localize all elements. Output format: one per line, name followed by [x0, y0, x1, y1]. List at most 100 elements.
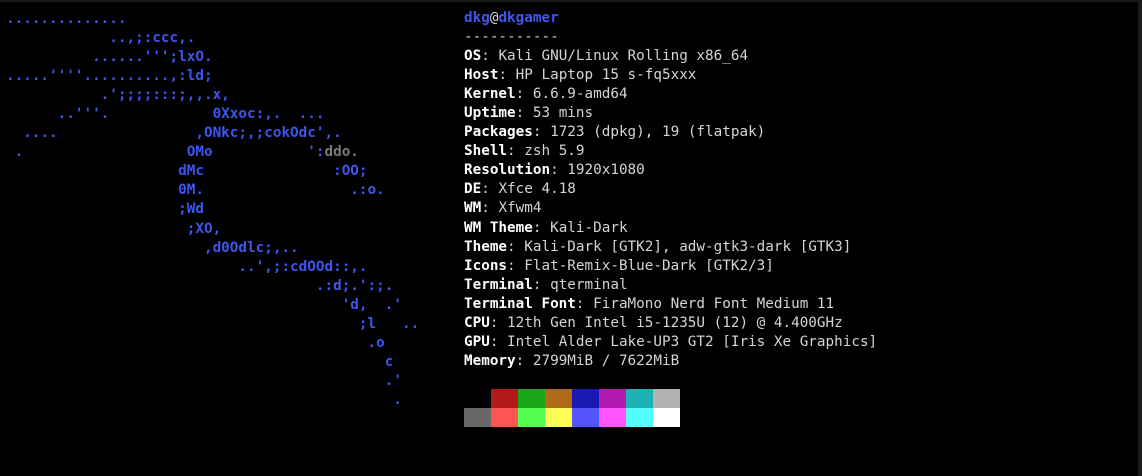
info-value: Xfwm4	[498, 200, 542, 217]
hostname: dkgamer	[498, 10, 559, 26]
bright-swatch-2	[518, 408, 545, 427]
color-palette	[464, 389, 680, 427]
info-colon: :	[481, 48, 499, 65]
info-key: Icons	[464, 257, 508, 274]
info-value: 12th Gen Intel i5-1235U (12) @ 4.400GHz	[507, 314, 843, 331]
info-key: OS	[464, 48, 482, 65]
info-key: Host	[464, 67, 499, 84]
info-value: FiraMono Nerd Font Medium 11	[593, 295, 835, 312]
info-value: Intel Alder Lake-UP3 GT2 [Iris Xe Graphi…	[507, 333, 878, 350]
info-colon: :	[532, 124, 551, 141]
logo-line-18: c	[6, 353, 394, 370]
info-colon: :	[515, 86, 533, 103]
bright-swatch-5	[599, 408, 626, 427]
info-colon: :	[515, 105, 533, 122]
logo-line-20: .	[6, 391, 402, 408]
logo-line-16: ;l ..	[6, 315, 420, 332]
logo-line-11: ;XO,	[6, 220, 222, 237]
logo-line-6: .... ,ONkc;,;cokOdc',.	[6, 125, 342, 142]
info-value: zsh 5.9	[524, 143, 585, 160]
logo-line-10: ;Wd	[6, 201, 204, 218]
logo-line-4: .';;;;:::;,,.x,	[6, 87, 230, 104]
info-line-de: DE: Xfce 4.18	[464, 180, 877, 199]
info-value: 1723 (dpkg), 19 (flatpak)	[550, 124, 766, 141]
logo-line-17: .o	[6, 334, 385, 351]
normal-swatch-7	[653, 389, 680, 408]
info-line-wm-theme: WM Theme: Kali-Dark	[464, 219, 877, 238]
normal-swatch-0	[464, 389, 491, 408]
kali-ascii-logo: .............. ..,;:ccc,. ......''';lxO.…	[6, 10, 419, 410]
logo-line-15: 'd, .'	[6, 296, 402, 313]
info-line-wm: WM: Xfwm4	[464, 199, 877, 218]
bright-swatch-6	[626, 408, 653, 427]
logo-line-1: ..,;:ccc,.	[6, 30, 196, 47]
info-line-icons: Icons: Flat-Remix-Blue-Dark [GTK2/3]	[464, 257, 877, 276]
logo-line-14: .:d;.':;.	[6, 277, 394, 294]
info-key: GPU	[464, 333, 490, 350]
info-colon: :	[515, 352, 533, 369]
info-key: CPU	[464, 314, 490, 331]
info-line-resolution: Resolution: 1920x1080	[464, 161, 877, 180]
terminal-window[interactable]: .............. ..,;:ccc,. ......''';lxO.…	[0, 0, 1142, 476]
info-key: Terminal	[464, 276, 533, 293]
normal-swatch-4	[572, 389, 599, 408]
info-value: qterminal	[550, 276, 628, 293]
info-key: DE	[464, 181, 482, 198]
info-line-host: Host: HP Laptop 15 s-fq5xxx	[464, 66, 877, 85]
logo-line-0: ..............	[6, 11, 127, 27]
bright-swatch-3	[545, 408, 572, 427]
bright-swatch-0	[464, 408, 491, 427]
info-value: Kali-Dark [GTK2], adw-gtk3-dark [GTK3]	[524, 238, 852, 255]
info-line-terminal-font: Terminal Font: FiraMono Nerd Font Medium…	[464, 295, 877, 314]
info-line-cpu: CPU: 12th Gen Intel i5-1235U (12) @ 4.40…	[464, 314, 877, 333]
palette-normal-row	[464, 389, 680, 408]
logo-line-7: . OMo ':	[6, 144, 325, 161]
logo-line-3: .....''''..........,:ld;	[6, 68, 213, 85]
info-line-terminal: Terminal: qterminal	[464, 276, 877, 295]
info-line-os: OS: Kali GNU/Linux Rolling x86_64	[464, 47, 877, 66]
info-value: 2799MiB / 7622MiB	[532, 352, 680, 369]
info-line-kernel: Kernel: 6.6.9-amd64	[464, 85, 877, 104]
bright-swatch-4	[572, 408, 599, 427]
system-info: dkg@dkgamer ----------- OS: Kali GNU/Lin…	[464, 9, 877, 371]
info-colon: :	[532, 219, 551, 236]
info-value: 53 mins	[532, 105, 594, 122]
info-value: Kali-Dark	[550, 219, 628, 236]
normal-swatch-3	[545, 389, 572, 408]
normal-swatch-2	[518, 389, 545, 408]
info-line-shell: Shell: zsh 5.9	[464, 142, 877, 161]
info-colon: :	[575, 295, 594, 312]
info-key: Terminal Font	[464, 295, 576, 312]
info-key: WM	[464, 200, 482, 217]
info-colon: :	[507, 238, 525, 255]
info-colon: :	[489, 314, 508, 331]
info-colon: :	[481, 200, 499, 217]
username: dkg	[464, 10, 490, 26]
info-key: Theme	[464, 238, 508, 255]
info-line-theme: Theme: Kali-Dark [GTK2], adw-gtk3-dark […	[464, 238, 877, 257]
bright-swatch-1	[491, 408, 518, 427]
info-key: WM Theme	[464, 219, 533, 236]
palette-bright-row	[464, 408, 680, 427]
info-value: Kali GNU/Linux Rolling x86_64	[498, 48, 749, 65]
info-line-memory: Memory: 2799MiB / 7622MiB	[464, 352, 877, 371]
info-key: Kernel	[464, 86, 516, 103]
info-rows: OS: Kali GNU/Linux Rolling x86_64 Host: H…	[464, 47, 877, 371]
logo-line-13: ..',;:cdOOd::,.	[6, 258, 368, 275]
info-key: Shell	[464, 143, 508, 160]
normal-swatch-1	[491, 389, 518, 408]
info-line-gpu: GPU: Intel Alder Lake-UP3 GT2 [Iris Xe G…	[464, 333, 877, 352]
logo-line-5: ..'''. 0Xxoc:,. ...	[6, 106, 325, 123]
logo-line-9: 0M. .:o.	[6, 182, 385, 199]
normal-swatch-6	[626, 389, 653, 408]
window-right-edge	[1138, 2, 1142, 476]
info-colon: :	[532, 276, 551, 293]
normal-swatch-5	[599, 389, 626, 408]
user-host-line: dkg@dkgamer	[464, 9, 877, 28]
info-key: Memory	[464, 352, 516, 369]
info-value: Xfce 4.18	[498, 181, 576, 198]
logo-line-7-dim: ddo.	[324, 144, 359, 161]
info-colon: :	[550, 162, 568, 179]
logo-line-12: ,d0Odlc;,..	[6, 239, 299, 256]
info-value: HP Laptop 15 s-fq5xxx	[515, 67, 697, 84]
